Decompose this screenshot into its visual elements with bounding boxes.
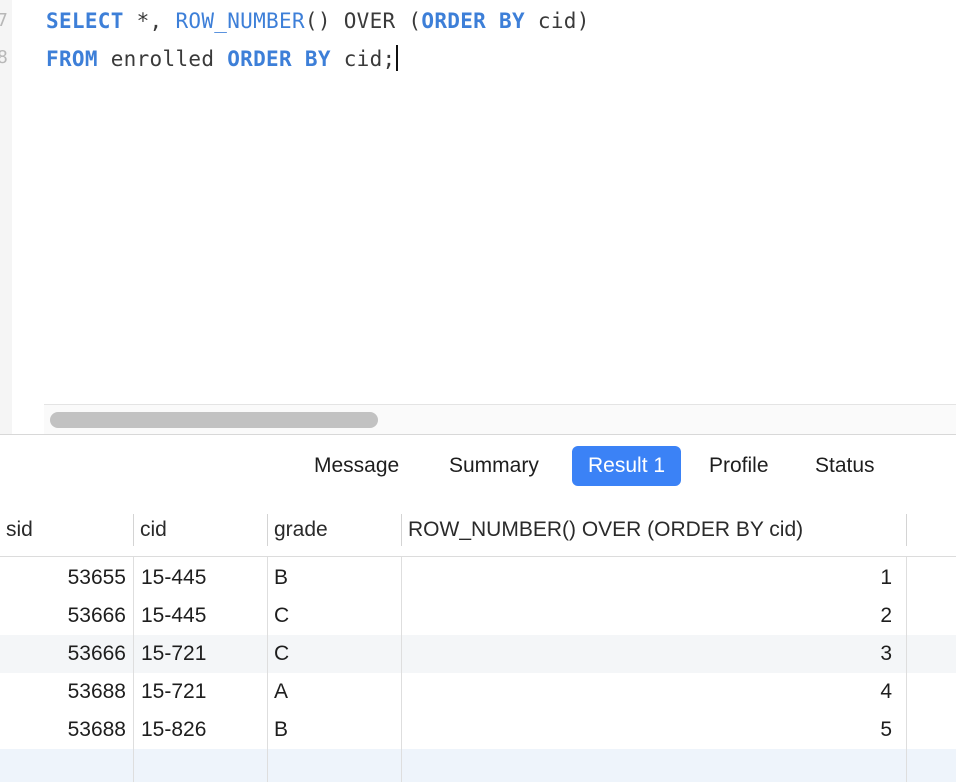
- keyword-from: FROM: [46, 47, 98, 71]
- code-line-2[interactable]: FROM enrolled ORDER BY cid;: [46, 45, 399, 71]
- scrollbar-thumb[interactable]: [50, 412, 378, 428]
- cell-grade[interactable]: C: [274, 597, 289, 635]
- text-caret: [396, 45, 399, 71]
- column-gridline: [906, 557, 907, 782]
- cell-row-number[interactable]: 4: [402, 673, 892, 711]
- table-row[interactable]: 53655 15-445 B 1: [0, 559, 956, 597]
- cell-grade[interactable]: B: [274, 711, 288, 749]
- cell-sid[interactable]: 53688: [0, 673, 126, 711]
- line-number-gutter: 7 8: [0, 0, 12, 434]
- cell-grade[interactable]: A: [274, 673, 288, 711]
- cell-sid[interactable]: 53666: [0, 635, 126, 673]
- line-number: 8: [0, 47, 8, 68]
- cell-cid[interactable]: 15-721: [141, 673, 206, 711]
- cell-grade[interactable]: B: [274, 559, 288, 597]
- cell-row-number[interactable]: 2: [402, 597, 892, 635]
- cell-sid[interactable]: 53666: [0, 597, 126, 635]
- keyword-order-by: ORDER BY: [227, 47, 331, 71]
- tab-result-1[interactable]: Result 1: [572, 446, 682, 486]
- keyword-select: SELECT: [46, 9, 124, 33]
- code-text: cid): [524, 9, 590, 33]
- table-row[interactable]: 53688 15-721 A 4: [0, 673, 956, 711]
- keyword-order-by: ORDER BY: [421, 9, 525, 33]
- cell-row-number[interactable]: 3: [402, 635, 892, 673]
- code-text: () OVER (: [304, 9, 422, 33]
- tab-profile[interactable]: Profile: [693, 446, 785, 486]
- cell-row-number[interactable]: 5: [402, 711, 892, 749]
- column-gridline: [401, 557, 402, 782]
- result-tabbar: Message Summary Result 1 Profile Status: [0, 434, 956, 505]
- code-line-1[interactable]: SELECT *, ROW_NUMBER() OVER (ORDER BY ci…: [46, 9, 590, 33]
- column-header-row-number[interactable]: ROW_NUMBER() OVER (ORDER BY cid): [402, 504, 803, 556]
- tab-status[interactable]: Status: [799, 446, 891, 486]
- sql-editor[interactable]: 7 8 SELECT *, ROW_NUMBER() OVER (ORDER B…: [0, 0, 956, 435]
- cell-cid[interactable]: 15-445: [141, 559, 206, 597]
- code-text: cid;: [330, 47, 396, 71]
- cell-cid[interactable]: 15-826: [141, 711, 206, 749]
- tab-summary[interactable]: Summary: [433, 446, 555, 486]
- column-header-sid[interactable]: sid: [0, 504, 33, 556]
- cell-grade[interactable]: C: [274, 635, 289, 673]
- cell-cid[interactable]: 15-445: [141, 597, 206, 635]
- horizontal-scrollbar[interactable]: [44, 404, 956, 435]
- column-header-grade[interactable]: grade: [268, 504, 328, 556]
- column-gridline: [267, 557, 268, 782]
- table-row[interactable]: 53688 15-826 B 5: [0, 711, 956, 749]
- empty-row[interactable]: [0, 749, 956, 782]
- cell-cid[interactable]: 15-721: [141, 635, 206, 673]
- grid-header: sid cid grade ROW_NUMBER() OVER (ORDER B…: [0, 504, 956, 557]
- line-number: 7: [0, 10, 8, 31]
- table-row[interactable]: 53666 15-721 C 3: [0, 635, 956, 673]
- column-gridline: [133, 557, 134, 782]
- table-row[interactable]: 53666 15-445 C 2: [0, 597, 956, 635]
- cell-row-number[interactable]: 1: [402, 559, 892, 597]
- column-divider[interactable]: [906, 514, 907, 546]
- code-text: *,: [123, 9, 176, 33]
- code-text: enrolled: [97, 47, 228, 71]
- tab-message[interactable]: Message: [298, 446, 415, 486]
- column-header-cid[interactable]: cid: [134, 504, 167, 556]
- function-row-number: ROW_NUMBER: [175, 9, 305, 33]
- result-grid: sid cid grade ROW_NUMBER() OVER (ORDER B…: [0, 504, 956, 782]
- cell-sid[interactable]: 53655: [0, 559, 126, 597]
- cell-sid[interactable]: 53688: [0, 711, 126, 749]
